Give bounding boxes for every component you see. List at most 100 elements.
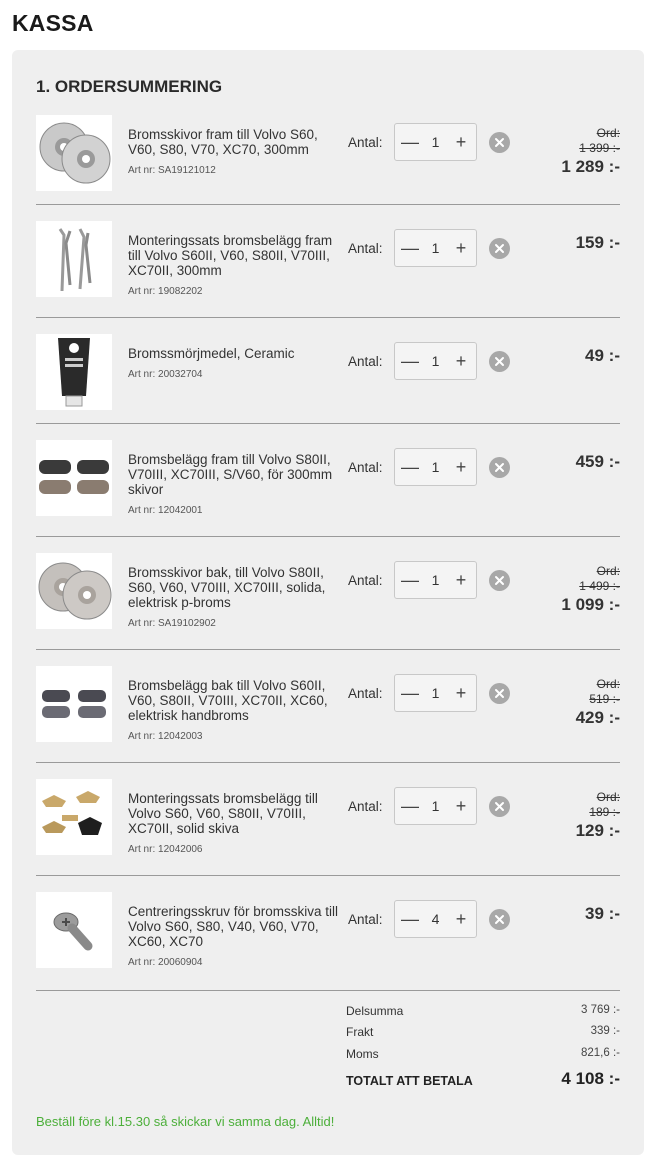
decrease-button[interactable]: —	[397, 343, 423, 379]
quantity-value[interactable]: 1	[423, 562, 448, 598]
quantity-stepper: — 1 +	[394, 448, 477, 486]
article-number: Art nr: 12042006	[128, 844, 203, 855]
original-price-label: Ord:	[596, 790, 620, 804]
item-price: 429 :-	[575, 708, 620, 727]
quantity-stepper: — 1 +	[394, 787, 477, 825]
product-name[interactable]: Monteringssats bromsbelägg fram till Vol…	[128, 233, 340, 278]
remove-item-button[interactable]	[489, 683, 510, 704]
item-price: 49 :-	[585, 346, 620, 365]
cart-item: Monteringssats bromsbelägg till Volvo S6…	[36, 779, 620, 876]
remove-item-button[interactable]	[489, 570, 510, 591]
shipping-value: 339 :-	[590, 1025, 620, 1037]
product-name[interactable]: Monteringssats bromsbelägg till Volvo S6…	[128, 791, 340, 836]
cart-item: Centreringsskruv för bromsskiva till Vol…	[36, 892, 620, 991]
product-name[interactable]: Bromsskivor bak, till Volvo S80II, S60, …	[128, 565, 340, 610]
product-image-clips-kit[interactable]	[36, 779, 112, 855]
close-icon	[495, 576, 504, 585]
close-icon	[495, 357, 504, 366]
quantity-label: Antal:	[348, 686, 383, 701]
quantity-value[interactable]: 1	[423, 675, 448, 711]
decrease-button[interactable]: —	[397, 675, 423, 711]
vat-label: Moms	[346, 1047, 379, 1061]
remove-item-button[interactable]	[489, 796, 510, 817]
close-icon	[495, 463, 504, 472]
item-divider	[36, 317, 620, 318]
increase-button[interactable]: +	[448, 562, 474, 598]
item-price: 159 :-	[575, 233, 620, 252]
article-number: Art nr: SA19121012	[128, 165, 216, 176]
article-number: Art nr: SA19102902	[128, 618, 216, 629]
item-price: 1 289 :-	[561, 157, 620, 176]
product-image-brake-pads[interactable]	[36, 440, 112, 516]
increase-button[interactable]: +	[448, 343, 474, 379]
close-icon	[495, 802, 504, 811]
original-price-label: Ord:	[596, 677, 620, 691]
product-name[interactable]: Bromsbelägg bak till Volvo S60II, V60, S…	[128, 678, 340, 723]
product-image-screw[interactable]	[36, 892, 112, 968]
increase-button[interactable]: +	[448, 788, 474, 824]
item-divider	[36, 990, 620, 991]
close-icon	[495, 244, 504, 253]
original-price-label: Ord:	[596, 564, 620, 578]
quantity-value[interactable]: 1	[423, 124, 448, 160]
item-divider	[36, 204, 620, 205]
item-price: 129 :-	[575, 821, 620, 840]
product-image-mounting-kit[interactable]	[36, 221, 112, 297]
cart-item: Bromsskivor bak, till Volvo S80II, S60, …	[36, 553, 620, 650]
product-image-brake-discs-rear[interactable]	[36, 553, 112, 629]
quantity-value[interactable]: 4	[423, 901, 448, 937]
product-image-brake-discs[interactable]	[36, 115, 112, 191]
original-price-label: Ord:	[596, 126, 620, 140]
decrease-button[interactable]: —	[397, 788, 423, 824]
item-divider	[36, 536, 620, 537]
page-title: KASSA	[12, 10, 94, 36]
quantity-label: Antal:	[348, 241, 383, 256]
increase-button[interactable]: +	[448, 124, 474, 160]
shipping-notice: Beställ före kl.15.30 så skickar vi samm…	[36, 1114, 335, 1129]
decrease-button[interactable]: —	[397, 901, 423, 937]
quantity-stepper: — 1 +	[394, 342, 477, 380]
increase-button[interactable]: +	[448, 449, 474, 485]
product-name[interactable]: Bromssmörjmedel, Ceramic	[128, 346, 340, 361]
decrease-button[interactable]: —	[397, 124, 423, 160]
decrease-button[interactable]: —	[397, 562, 423, 598]
item-price: 1 099 :-	[561, 595, 620, 614]
quantity-value[interactable]: 1	[423, 449, 448, 485]
quantity-label: Antal:	[348, 573, 383, 588]
remove-item-button[interactable]	[489, 457, 510, 478]
product-image-brake-pads-rear[interactable]	[36, 666, 112, 742]
original-price: 1 399 :-	[579, 141, 620, 155]
quantity-label: Antal:	[348, 460, 383, 475]
quantity-value[interactable]: 1	[423, 788, 448, 824]
quantity-stepper: — 1 +	[394, 674, 477, 712]
product-name[interactable]: Bromsskivor fram till Volvo S60, V60, S8…	[128, 127, 340, 157]
quantity-label: Antal:	[348, 799, 383, 814]
decrease-button[interactable]: —	[397, 230, 423, 266]
original-price: 1 499 :-	[579, 579, 620, 593]
cart-item: Bromsskivor fram till Volvo S60, V60, S8…	[36, 115, 620, 205]
quantity-stepper: — 4 +	[394, 900, 477, 938]
product-name[interactable]: Centreringsskruv för bromsskiva till Vol…	[128, 904, 340, 949]
quantity-value[interactable]: 1	[423, 230, 448, 266]
original-price: 189 :-	[589, 805, 620, 819]
grand-total-label: TOTALT ATT BETALA	[346, 1074, 473, 1088]
quantity-label: Antal:	[348, 912, 383, 927]
product-name[interactable]: Bromsbelägg fram till Volvo S80II, V70II…	[128, 452, 340, 497]
increase-button[interactable]: +	[448, 675, 474, 711]
quantity-stepper: — 1 +	[394, 561, 477, 599]
remove-item-button[interactable]	[489, 351, 510, 372]
remove-item-button[interactable]	[489, 132, 510, 153]
increase-button[interactable]: +	[448, 230, 474, 266]
item-divider	[36, 649, 620, 650]
remove-item-button[interactable]	[489, 238, 510, 259]
product-image-lubricant[interactable]	[36, 334, 112, 410]
article-number: Art nr: 12042003	[128, 731, 203, 742]
item-divider	[36, 423, 620, 424]
increase-button[interactable]: +	[448, 901, 474, 937]
shipping-label: Frakt	[346, 1025, 374, 1039]
decrease-button[interactable]: —	[397, 449, 423, 485]
order-summary-panel: 1. ORDERSUMMERING Bromsskivor fram till …	[12, 50, 644, 1155]
quantity-value[interactable]: 1	[423, 343, 448, 379]
remove-item-button[interactable]	[489, 909, 510, 930]
quantity-stepper: — 1 +	[394, 123, 477, 161]
